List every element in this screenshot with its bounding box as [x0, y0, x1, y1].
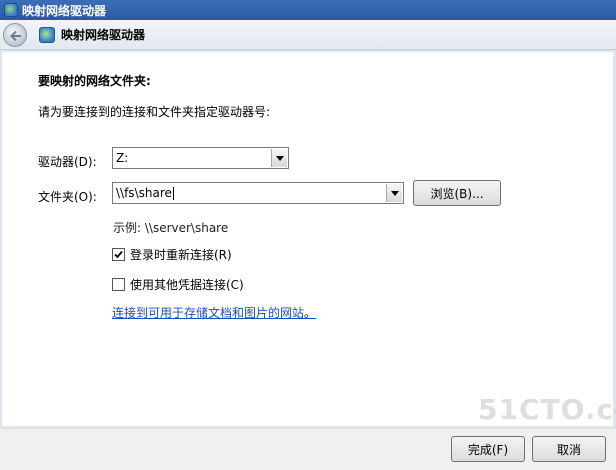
title-bar: 映射网络驱动器 [0, 0, 616, 20]
drive-label: 驱动器(D): [38, 155, 97, 169]
network-drive-icon [4, 3, 18, 17]
link-text[interactable]: 连接到可用于存储文档和图片的网站 [112, 306, 304, 320]
cancel-button[interactable]: 取消 [532, 436, 606, 462]
section-heading: 要映射的网络文件夹: [38, 74, 151, 88]
finish-button[interactable]: 完成(F) [451, 436, 525, 462]
reconnect-row[interactable]: 登录时重新连接(R) [112, 246, 232, 263]
instruction-text: 请为要连接到的连接和文件夹指定驱动器号: [38, 105, 271, 119]
link-suffix: 。 [304, 306, 317, 320]
example-text: 示例: \\server\share [113, 221, 229, 235]
checkmark-icon [114, 250, 123, 259]
browse-button[interactable]: 浏览(B)... [413, 180, 501, 206]
text-caret [172, 186, 174, 200]
reconnect-label[interactable]: 登录时重新连接(R) [130, 246, 232, 263]
folder-combo[interactable]: \\fs\share [112, 182, 404, 204]
nav-bar: 映射网络驱动器 [0, 20, 616, 50]
drive-value: Z: [116, 151, 129, 165]
page-title: 映射网络驱动器 [61, 28, 146, 42]
watermark: 51CTO.com [478, 393, 616, 426]
credentials-label[interactable]: 使用其他凭据连接(C) [130, 276, 244, 293]
credentials-row[interactable]: 使用其他凭据连接(C) [112, 276, 244, 293]
reconnect-checkbox[interactable] [112, 248, 125, 261]
credentials-checkbox[interactable] [112, 278, 125, 291]
dropdown-arrow-icon[interactable] [386, 184, 402, 202]
storage-website-link[interactable]: 连接到可用于存储文档和图片的网站。 [112, 304, 316, 321]
dropdown-arrow-icon[interactable] [271, 149, 287, 167]
folder-input[interactable]: \\fs\share [116, 186, 172, 200]
back-button[interactable] [3, 22, 27, 47]
back-arrow-icon [10, 30, 21, 41]
drive-select[interactable]: Z: [112, 147, 289, 169]
network-drive-icon [39, 26, 55, 43]
folder-label: 文件夹(O): [38, 190, 97, 204]
window-title: 映射网络驱动器 [22, 3, 107, 18]
